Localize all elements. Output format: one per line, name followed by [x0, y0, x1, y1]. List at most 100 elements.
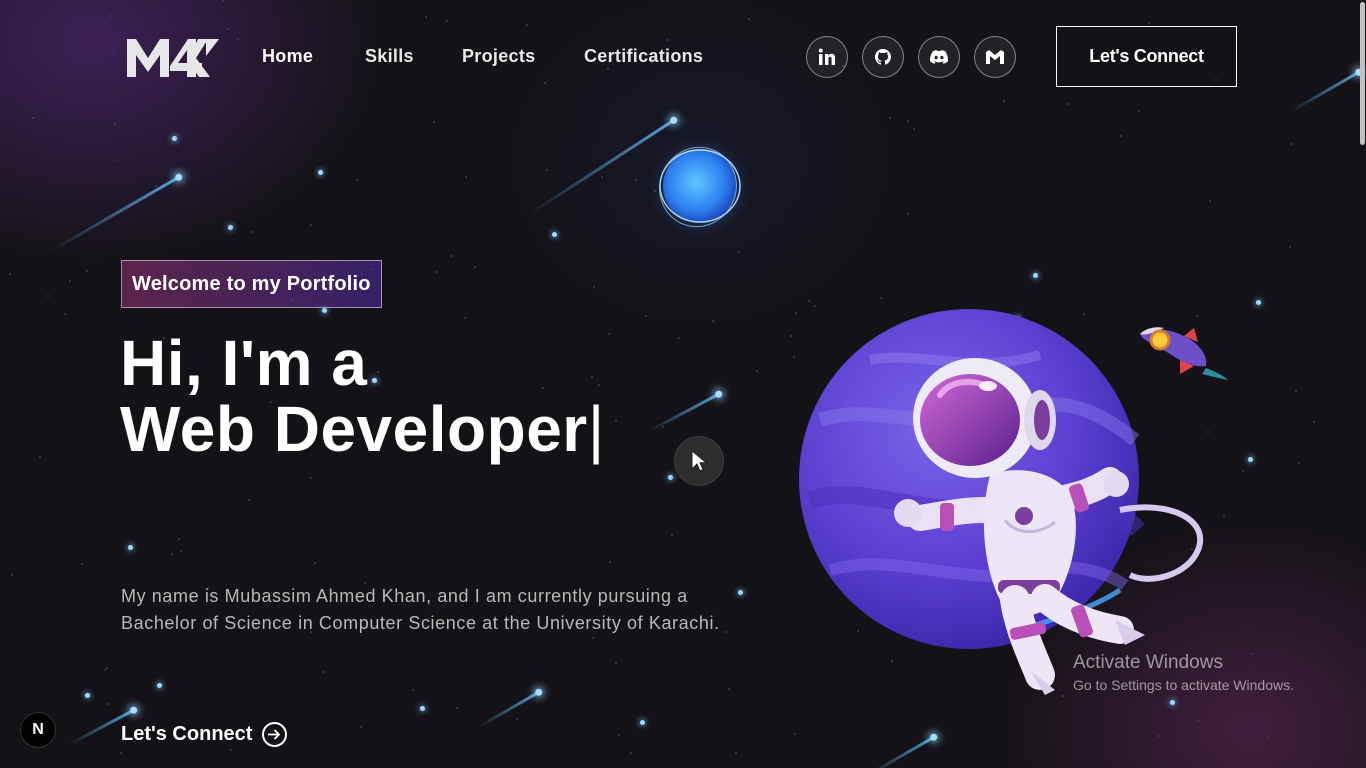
dust-star: [412, 689, 414, 691]
dust-star: [546, 169, 548, 171]
dust-star: [618, 734, 620, 736]
dust-star: [794, 733, 796, 735]
shooting-star: [869, 735, 936, 768]
dust-star: [433, 121, 435, 123]
dust-star: [310, 477, 312, 479]
glowing-blue-planet: [650, 138, 750, 238]
star: [668, 475, 673, 480]
dust-star: [748, 18, 750, 20]
watermark-title: Activate Windows: [1073, 652, 1223, 673]
gmail-icon: [986, 50, 1004, 64]
dust-star: [1197, 720, 1199, 722]
linkedin-button[interactable]: [806, 36, 848, 78]
dust-star: [635, 179, 637, 181]
dust-star: [360, 726, 362, 728]
dust-star: [110, 15, 112, 17]
nav-link-skills[interactable]: Skills: [365, 46, 414, 67]
dust-star: [601, 176, 603, 178]
dust-star: [544, 82, 546, 84]
dust-star: [171, 553, 173, 555]
dust-star: [162, 683, 164, 685]
dust-star: [251, 231, 253, 233]
dust-star: [609, 561, 611, 563]
dust-star: [106, 667, 108, 669]
nav-link-home[interactable]: Home: [262, 46, 313, 67]
dust-star: [436, 271, 438, 273]
nav-link-certifications[interactable]: Certifications: [584, 46, 703, 67]
dust-star: [111, 51, 113, 53]
dust-star: [728, 688, 730, 690]
dust-star: [738, 251, 740, 253]
arrow-right-circle-icon: [262, 722, 288, 747]
brand-logo[interactable]: [126, 36, 220, 78]
dust-star: [1158, 735, 1160, 737]
dust-star: [155, 185, 157, 187]
discord-button[interactable]: [918, 36, 960, 78]
dust-star: [756, 370, 758, 372]
dust-star: [1313, 421, 1315, 423]
dust-star: [116, 159, 118, 161]
dust-star: [735, 752, 737, 754]
dust-star: [607, 68, 609, 70]
dust-star: [450, 255, 452, 257]
dust-star: [1290, 143, 1292, 145]
scrollbar-thumb[interactable]: [1360, 2, 1365, 145]
dust-star: [39, 456, 41, 458]
dust-star: [230, 749, 232, 751]
star: [318, 170, 323, 175]
nav-link-projects[interactable]: Projects: [462, 46, 535, 67]
lets-connect-link[interactable]: Let's Connect: [121, 722, 288, 747]
cta-label: Let's Connect: [121, 723, 253, 745]
dust-star: [1209, 200, 1211, 202]
watermark-subtitle: Go to Settings to activate Windows.: [1073, 677, 1294, 693]
dust-star: [64, 313, 66, 315]
dust-star: [222, 0, 224, 2]
gmail-button[interactable]: [974, 36, 1016, 78]
dust-star: [1295, 390, 1297, 392]
rocket-illustration: [1140, 327, 1228, 380]
star: [1170, 700, 1175, 705]
dust-star: [227, 28, 229, 30]
play-button[interactable]: [674, 436, 724, 486]
dust-star: [11, 574, 13, 576]
nextjs-dev-badge[interactable]: N: [20, 712, 56, 748]
dust-star: [464, 317, 466, 319]
headline-line-1: Hi, I'm a: [120, 327, 368, 399]
dust-star: [183, 170, 185, 172]
dust-star: [9, 273, 11, 275]
page-scrollbar[interactable]: [1358, 0, 1366, 768]
dust-star: [446, 20, 448, 22]
dust-star: [322, 671, 324, 673]
dust-star: [666, 39, 668, 41]
lets-connect-button[interactable]: Let's Connect: [1056, 26, 1237, 87]
dust-star: [889, 117, 891, 119]
dust-star: [712, 320, 714, 322]
star: [420, 706, 425, 711]
dust-star: [107, 703, 109, 705]
dust-star: [1298, 462, 1300, 464]
dust-star: [645, 315, 647, 317]
dust-star: [608, 333, 610, 335]
dust-star: [907, 213, 909, 215]
star: [228, 225, 233, 230]
dust-star: [678, 337, 680, 339]
dust-star: [592, 637, 594, 639]
dust-star: [516, 718, 518, 720]
shooting-star: [1289, 70, 1361, 113]
dust-star: [1242, 470, 1244, 472]
shooting-star: [49, 175, 181, 253]
welcome-tagline: Welcome to my Portfolio: [121, 260, 382, 308]
dust-star: [526, 24, 528, 26]
discord-icon: [930, 50, 948, 64]
github-icon: [875, 49, 891, 65]
dust-star: [474, 266, 476, 268]
star: [1248, 457, 1253, 462]
dust-star: [1003, 100, 1005, 102]
star: [322, 308, 327, 313]
dust-star: [1148, 22, 1150, 24]
dust-star: [81, 563, 83, 565]
linkedin-icon: [818, 48, 835, 65]
dust-star: [248, 499, 250, 501]
intro-paragraph: My name is Mubassim Ahmed Khan, and I am…: [121, 586, 720, 633]
github-button[interactable]: [862, 36, 904, 78]
